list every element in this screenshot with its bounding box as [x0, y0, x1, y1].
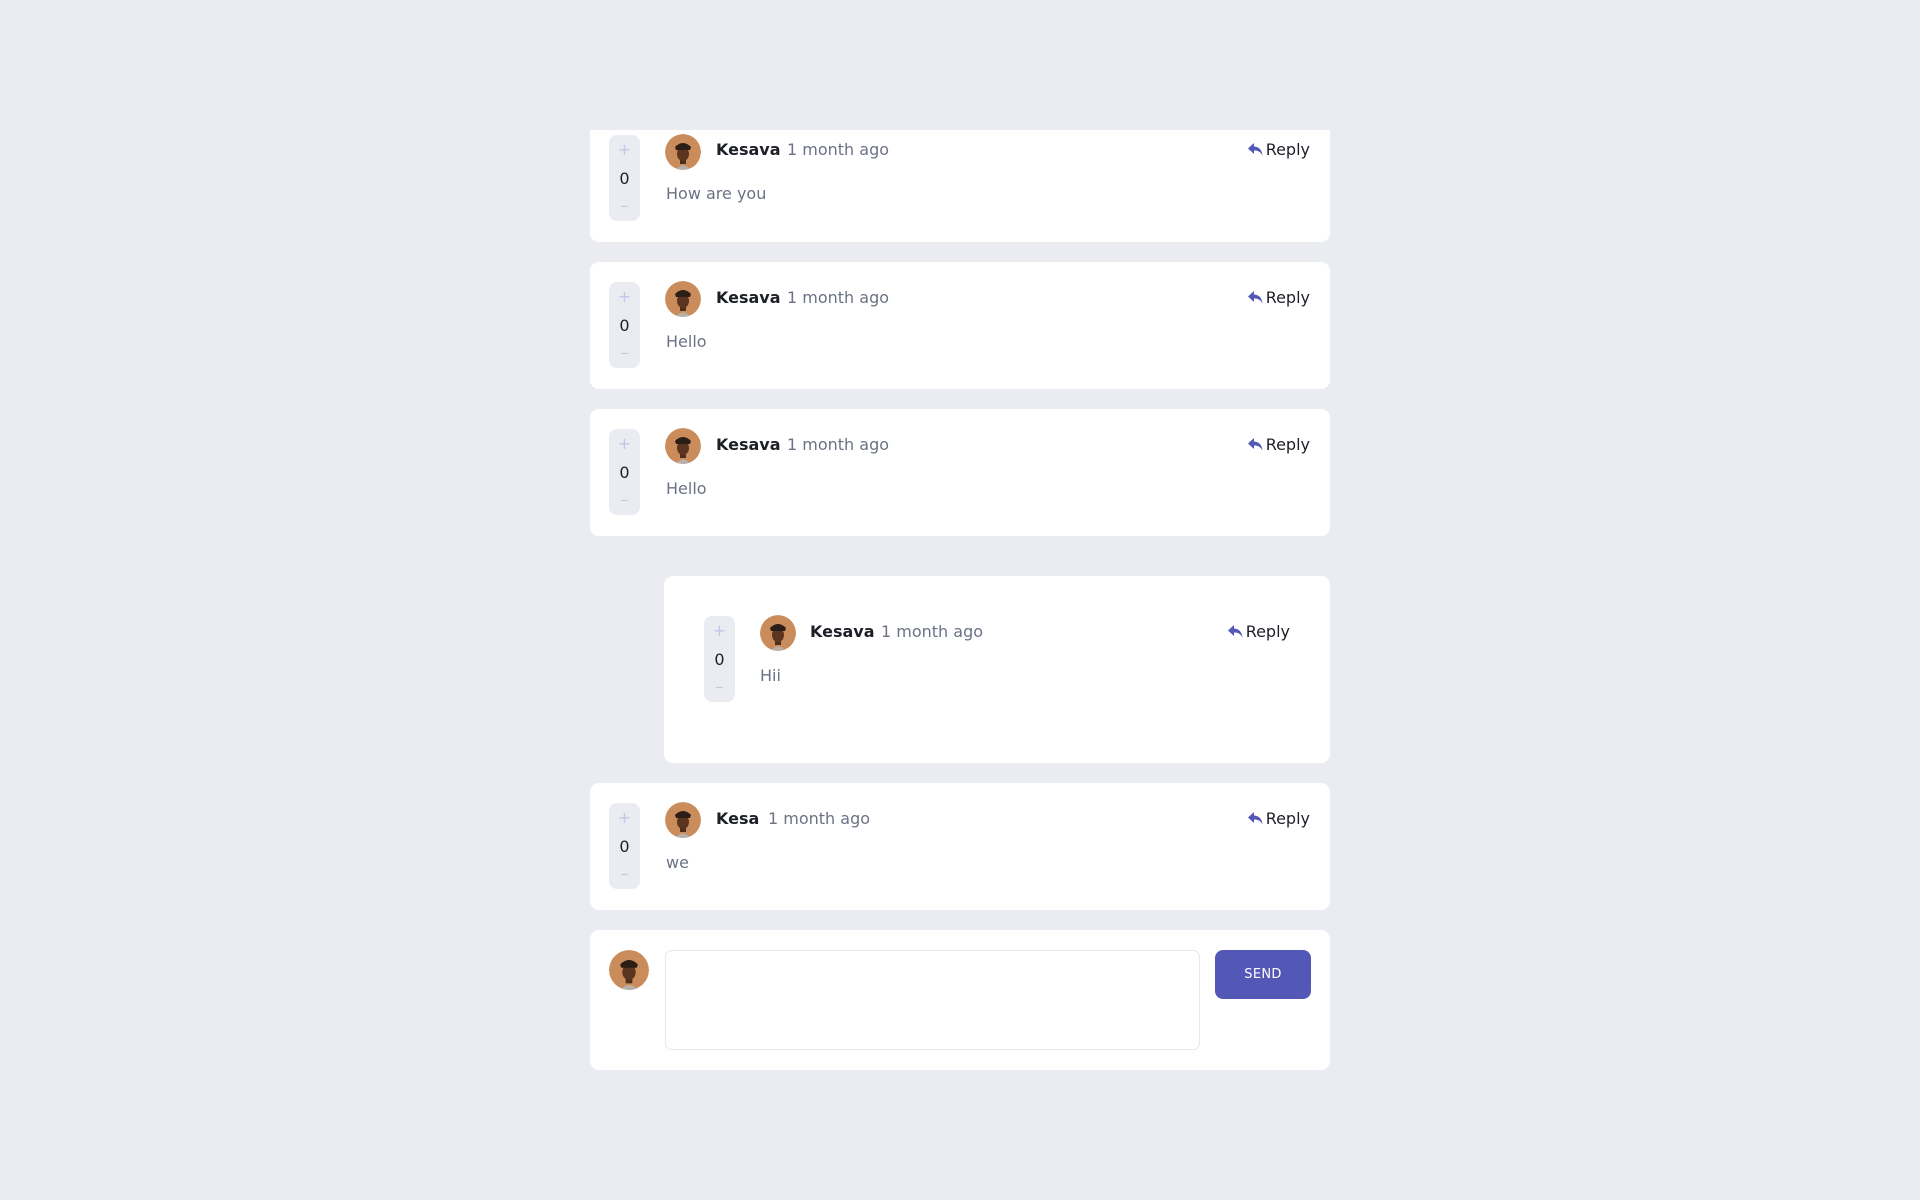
user-avatar — [665, 281, 701, 317]
comment-body: Hello — [666, 479, 707, 498]
downvote-button[interactable]: – — [704, 676, 735, 698]
user-avatar — [665, 134, 701, 170]
upvote-button[interactable]: + — [609, 286, 640, 308]
reply-label: Reply — [1265, 140, 1310, 159]
comment-username[interactable]: Kesava — [716, 287, 781, 309]
comment-input[interactable] — [665, 950, 1200, 1050]
comment-composer: SEND — [590, 930, 1330, 1070]
vote-control: + 0 – — [704, 616, 735, 702]
upvote-button[interactable]: + — [609, 807, 640, 829]
upvote-button[interactable]: + — [609, 139, 640, 161]
comment-timestamp: 1 month ago — [787, 288, 890, 307]
reply-label: Reply — [1265, 435, 1310, 454]
downvote-button[interactable]: – — [609, 489, 640, 511]
score-value: 0 — [714, 650, 725, 669]
score-value: 0 — [619, 316, 630, 335]
send-button[interactable]: SEND — [1215, 950, 1311, 999]
comment-card: + 0 – Kesa 1 month ago Reply we — [590, 783, 1330, 910]
vote-control: + 0 – — [609, 135, 640, 221]
score-value: 0 — [619, 463, 630, 482]
user-avatar — [665, 428, 701, 464]
comment-timestamp: 1 month ago — [787, 140, 890, 159]
downvote-button[interactable]: – — [609, 195, 640, 217]
comment-body: Hii — [760, 666, 781, 685]
upvote-button[interactable]: + — [609, 433, 640, 455]
reply-button[interactable]: Reply — [1227, 621, 1290, 643]
comment-card: + 0 – Kesava 1 month ago Reply Hello — [590, 409, 1330, 536]
comment-username[interactable]: Kesa — [716, 808, 759, 830]
comments-app: + 0 – Kesava 1 month ago Reply How are y… — [0, 0, 1920, 1200]
reply-arrow-icon — [1247, 289, 1263, 308]
reply-label: Reply — [1265, 288, 1310, 307]
comment-username[interactable]: Kesava — [716, 434, 781, 456]
vote-control: + 0 – — [609, 282, 640, 368]
comment-timestamp: 1 month ago — [787, 435, 890, 454]
vote-control: + 0 – — [609, 803, 640, 889]
downvote-button[interactable]: – — [609, 863, 640, 885]
comment-username[interactable]: Kesava — [810, 621, 875, 643]
reply-button[interactable]: Reply — [1247, 808, 1310, 830]
score-value: 0 — [619, 837, 630, 856]
reply-card: + 0 – Kesava 1 month ago Reply Hii — [664, 576, 1330, 763]
reply-arrow-icon — [1227, 623, 1243, 642]
reply-button[interactable]: Reply — [1247, 434, 1310, 456]
comment-card: + 0 – Kesava 1 month ago Reply How are y… — [590, 130, 1330, 242]
comment-timestamp: 1 month ago — [881, 622, 984, 641]
reply-arrow-icon — [1247, 810, 1263, 829]
vote-control: + 0 – — [609, 429, 640, 515]
user-avatar — [665, 802, 701, 838]
downvote-button[interactable]: – — [609, 342, 640, 364]
comment-username[interactable]: Kesava — [716, 139, 781, 161]
comment-body: we — [666, 853, 689, 872]
score-value: 0 — [619, 169, 630, 188]
comment-card: + 0 – Kesava 1 month ago Reply Hello — [590, 262, 1330, 389]
reply-label: Reply — [1265, 809, 1310, 828]
reply-button[interactable]: Reply — [1247, 287, 1310, 309]
user-avatar — [760, 615, 796, 651]
reply-label: Reply — [1245, 622, 1290, 641]
comment-body: Hello — [666, 332, 707, 351]
reply-button[interactable]: Reply — [1247, 139, 1310, 161]
current-user-avatar — [609, 950, 649, 990]
comment-body: How are you — [666, 184, 767, 203]
upvote-button[interactable]: + — [704, 620, 735, 642]
reply-arrow-icon — [1247, 141, 1263, 160]
comment-timestamp: 1 month ago — [768, 809, 871, 828]
reply-arrow-icon — [1247, 436, 1263, 455]
